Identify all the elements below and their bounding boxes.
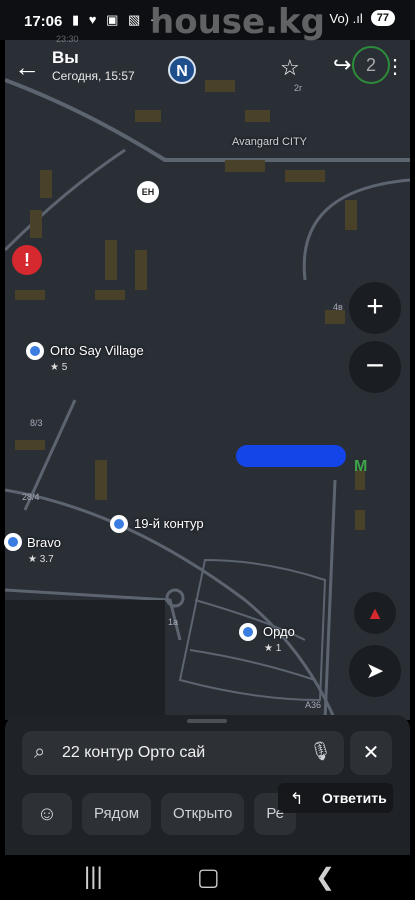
poi-marker-ordo[interactable] bbox=[239, 623, 257, 641]
zoom-out-button[interactable]: − bbox=[349, 341, 401, 393]
app-logo-icon: N bbox=[168, 56, 196, 84]
page-title: Вы bbox=[52, 48, 79, 67]
map-roads bbox=[5, 40, 410, 720]
page-subtitle: Сегодня, 15:57 bbox=[52, 69, 135, 83]
poi-marker-orto-say[interactable] bbox=[26, 342, 44, 360]
battery-indicator: 77 bbox=[370, 10, 395, 26]
house-number: 28/4 bbox=[22, 492, 40, 502]
compass-icon[interactable]: ▲ bbox=[354, 592, 396, 634]
map-label-19-kontur[interactable]: 19-й контур bbox=[134, 516, 204, 531]
system-nav-bar: ||| ▢ ❮ bbox=[0, 855, 415, 900]
redaction-mark bbox=[236, 445, 346, 467]
watermark-time: 23:30 bbox=[56, 34, 79, 44]
more-menu-icon[interactable]: ⋮ bbox=[385, 54, 405, 79]
map-label-bravo[interactable]: Bravo bbox=[27, 535, 61, 550]
poi-marker-bravo[interactable] bbox=[4, 533, 22, 551]
watermark: house.kg bbox=[150, 2, 325, 42]
house-number: 8/3 bbox=[30, 418, 43, 428]
metro-icon[interactable]: M bbox=[354, 458, 367, 476]
recent-apps-icon[interactable]: ||| bbox=[84, 863, 103, 891]
search-input[interactable]: ⌕ 22 контур Орто сай 🎙 bbox=[22, 731, 344, 775]
microphone-icon[interactable]: 🎙 bbox=[309, 741, 332, 762]
house-number: 1а bbox=[168, 617, 179, 627]
drag-handle[interactable] bbox=[187, 719, 227, 723]
reply-label: Ответить bbox=[322, 790, 387, 806]
top-bar: ← Вы Сегодня, 15:57 N ☆ ↪ 2 ⋮ bbox=[0, 40, 415, 100]
reply-button[interactable]: ↰ Ответить bbox=[278, 783, 393, 813]
search-icon: ⌕ bbox=[34, 741, 46, 763]
rating-orto-say: ★ 5 bbox=[50, 362, 68, 373]
rating-ordo: ★ 1 bbox=[264, 643, 282, 654]
reply-icon: ↰ bbox=[290, 791, 304, 808]
map-label-ordo[interactable]: Ордо bbox=[263, 624, 295, 639]
search-value[interactable]: 22 контур Орто сай bbox=[62, 744, 205, 762]
back-arrow-icon[interactable]: ← bbox=[14, 54, 42, 82]
alert-icon[interactable]: ! bbox=[12, 245, 42, 275]
map-label-orto-say[interactable]: Orto Say Village bbox=[50, 343, 144, 358]
share-icon[interactable]: ↪ bbox=[333, 52, 351, 78]
notification-icons: ▮ ♥ ▣ ▧ · bbox=[72, 12, 158, 27]
home-icon[interactable]: ▢ bbox=[197, 863, 220, 892]
counter-value: 2 bbox=[365, 55, 376, 75]
road-number: A36 bbox=[305, 700, 322, 710]
back-nav-icon[interactable]: ❮ bbox=[315, 863, 335, 892]
chip-open[interactable]: Открыто bbox=[161, 793, 245, 835]
locate-me-button[interactable]: ➤ bbox=[349, 645, 401, 697]
map-label-avangard: Avangard CITY bbox=[232, 136, 308, 148]
status-time: 17:06 bbox=[24, 13, 63, 30]
house-number: 4в bbox=[333, 302, 343, 312]
zoom-in-button[interactable]: + bbox=[349, 282, 401, 334]
map-view[interactable] bbox=[5, 40, 410, 720]
poi-marker-19-kontur[interactable] bbox=[110, 515, 128, 533]
bookmark-star-icon[interactable]: ☆ bbox=[280, 55, 300, 81]
signal-icon: Vo) .ıl bbox=[329, 10, 363, 26]
emoji-icon[interactable]: ☺ bbox=[22, 793, 72, 835]
rating-bravo: ★ 3.7 bbox=[28, 554, 54, 565]
chip-nearby[interactable]: Рядом bbox=[82, 793, 152, 835]
fuel-station-icon[interactable]: EH bbox=[137, 181, 159, 203]
clear-search-button[interactable]: ✕ bbox=[350, 731, 392, 775]
